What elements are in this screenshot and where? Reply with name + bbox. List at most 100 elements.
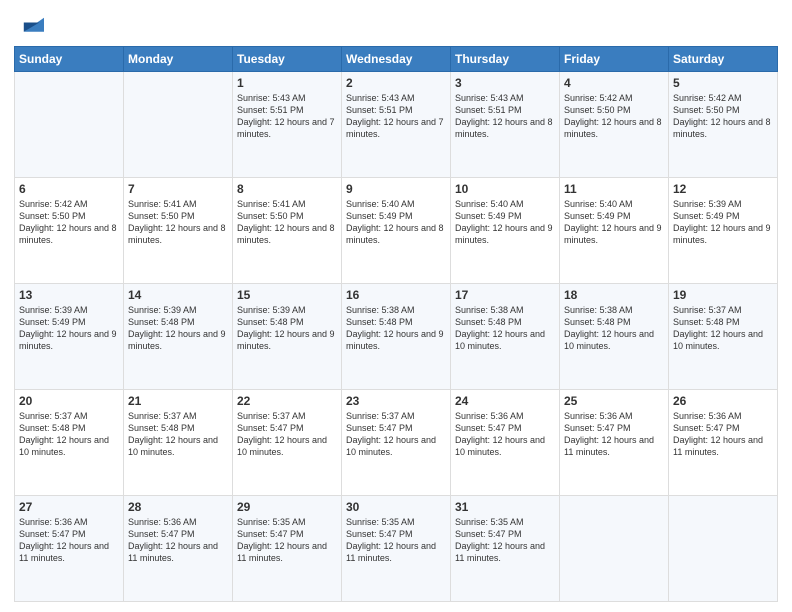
day-info: Sunrise: 5:39 AM Sunset: 5:49 PM Dayligh… bbox=[673, 198, 773, 247]
day-number: 7 bbox=[128, 182, 228, 196]
calendar-cell: 2 Sunrise: 5:43 AM Sunset: 5:51 PM Daylig… bbox=[342, 72, 451, 178]
day-info: Sunrise: 5:39 AM Sunset: 5:48 PM Dayligh… bbox=[237, 304, 337, 353]
day-info: Sunrise: 5:39 AM Sunset: 5:49 PM Dayligh… bbox=[19, 304, 119, 353]
calendar-cell: 25 Sunrise: 5:36 AM Sunset: 5:47 PM Dayli… bbox=[560, 390, 669, 496]
day-number: 27 bbox=[19, 500, 119, 514]
calendar-week-3: 13Sunrise: 5:39 AM Sunset: 5:49 PM Dayli… bbox=[15, 284, 778, 390]
day-info: Sunrise: 5:43 AM Sunset: 5:51 PM Dayligh… bbox=[237, 92, 337, 141]
day-number: 12 bbox=[673, 182, 773, 196]
day-info: Sunrise: 5:38 AM Sunset: 5:48 PM Dayligh… bbox=[455, 304, 555, 353]
day-number: 15 bbox=[237, 288, 337, 302]
calendar-week-4: 20 Sunrise: 5:37 AM Sunset: 5:48 PM Dayli… bbox=[15, 390, 778, 496]
calendar-body: 1 Sunrise: 5:43 AM Sunset: 5:51 PM Daylig… bbox=[15, 72, 778, 602]
calendar-week-5: 27 Sunrise: 5:36 AM Sunset: 5:47 PM Dayli… bbox=[15, 496, 778, 602]
day-number: 3 bbox=[455, 76, 555, 90]
calendar-cell: 8Sunrise: 5:41 AM Sunset: 5:50 PM Daylig… bbox=[233, 178, 342, 284]
calendar-cell: 6 Sunrise: 5:42 AM Sunset: 5:50 PM Daylig… bbox=[15, 178, 124, 284]
weekday-header-friday: Friday bbox=[560, 47, 669, 72]
calendar-cell: 30Sunrise: 5:35 AM Sunset: 5:47 PM Dayli… bbox=[342, 496, 451, 602]
day-info: Sunrise: 5:41 AM Sunset: 5:50 PM Dayligh… bbox=[237, 198, 337, 247]
day-info: Sunrise: 5:40 AM Sunset: 5:49 PM Dayligh… bbox=[564, 198, 664, 247]
day-info: Sunrise: 5:36 AM Sunset: 5:47 PM Dayligh… bbox=[673, 410, 773, 459]
day-info: Sunrise: 5:40 AM Sunset: 5:49 PM Dayligh… bbox=[346, 198, 446, 247]
day-number: 9 bbox=[346, 182, 446, 196]
calendar-cell: 12 Sunrise: 5:39 AM Sunset: 5:49 PM Dayli… bbox=[669, 178, 778, 284]
calendar-cell: 29Sunrise: 5:35 AM Sunset: 5:47 PM Dayli… bbox=[233, 496, 342, 602]
calendar-cell bbox=[124, 72, 233, 178]
calendar-cell: 15 Sunrise: 5:39 AM Sunset: 5:48 PM Dayli… bbox=[233, 284, 342, 390]
calendar-cell bbox=[15, 72, 124, 178]
header bbox=[14, 10, 778, 38]
day-number: 17 bbox=[455, 288, 555, 302]
weekday-header-saturday: Saturday bbox=[669, 47, 778, 72]
day-info: Sunrise: 5:35 AM Sunset: 5:47 PM Dayligh… bbox=[455, 516, 555, 565]
calendar-cell: 21 Sunrise: 5:37 AM Sunset: 5:48 PM Dayli… bbox=[124, 390, 233, 496]
calendar-cell: 19 Sunrise: 5:37 AM Sunset: 5:48 PM Dayli… bbox=[669, 284, 778, 390]
day-info: Sunrise: 5:37 AM Sunset: 5:47 PM Dayligh… bbox=[237, 410, 337, 459]
calendar-cell: 5 Sunrise: 5:42 AM Sunset: 5:50 PM Daylig… bbox=[669, 72, 778, 178]
day-info: Sunrise: 5:36 AM Sunset: 5:47 PM Dayligh… bbox=[564, 410, 664, 459]
day-info: Sunrise: 5:42 AM Sunset: 5:50 PM Dayligh… bbox=[673, 92, 773, 141]
day-number: 2 bbox=[346, 76, 446, 90]
calendar-header: SundayMondayTuesdayWednesdayThursdayFrid… bbox=[15, 47, 778, 72]
calendar-cell: 11 Sunrise: 5:40 AM Sunset: 5:49 PM Dayli… bbox=[560, 178, 669, 284]
day-info: Sunrise: 5:43 AM Sunset: 5:51 PM Dayligh… bbox=[346, 92, 446, 141]
day-info: Sunrise: 5:35 AM Sunset: 5:47 PM Dayligh… bbox=[237, 516, 337, 565]
calendar-cell: 26 Sunrise: 5:36 AM Sunset: 5:47 PM Dayli… bbox=[669, 390, 778, 496]
header-row: SundayMondayTuesdayWednesdayThursdayFrid… bbox=[15, 47, 778, 72]
weekday-header-tuesday: Tuesday bbox=[233, 47, 342, 72]
day-info: Sunrise: 5:37 AM Sunset: 5:48 PM Dayligh… bbox=[128, 410, 228, 459]
logo bbox=[14, 10, 44, 38]
day-info: Sunrise: 5:37 AM Sunset: 5:47 PM Dayligh… bbox=[346, 410, 446, 459]
day-number: 21 bbox=[128, 394, 228, 408]
day-number: 1 bbox=[237, 76, 337, 90]
day-number: 24 bbox=[455, 394, 555, 408]
day-info: Sunrise: 5:36 AM Sunset: 5:47 PM Dayligh… bbox=[19, 516, 119, 565]
calendar-cell: 14Sunrise: 5:39 AM Sunset: 5:48 PM Dayli… bbox=[124, 284, 233, 390]
day-info: Sunrise: 5:38 AM Sunset: 5:48 PM Dayligh… bbox=[564, 304, 664, 353]
calendar-cell: 23 Sunrise: 5:37 AM Sunset: 5:47 PM Dayli… bbox=[342, 390, 451, 496]
day-number: 5 bbox=[673, 76, 773, 90]
day-number: 4 bbox=[564, 76, 664, 90]
day-number: 23 bbox=[346, 394, 446, 408]
calendar-week-1: 1 Sunrise: 5:43 AM Sunset: 5:51 PM Daylig… bbox=[15, 72, 778, 178]
calendar-cell: 9 Sunrise: 5:40 AM Sunset: 5:49 PM Daylig… bbox=[342, 178, 451, 284]
calendar-cell: 10 Sunrise: 5:40 AM Sunset: 5:49 PM Dayli… bbox=[451, 178, 560, 284]
day-number: 28 bbox=[128, 500, 228, 514]
calendar-cell bbox=[560, 496, 669, 602]
day-number: 22 bbox=[237, 394, 337, 408]
calendar-cell: 17 Sunrise: 5:38 AM Sunset: 5:48 PM Dayli… bbox=[451, 284, 560, 390]
calendar-cell: 7 Sunrise: 5:41 AM Sunset: 5:50 PM Daylig… bbox=[124, 178, 233, 284]
day-number: 16 bbox=[346, 288, 446, 302]
day-info: Sunrise: 5:37 AM Sunset: 5:48 PM Dayligh… bbox=[19, 410, 119, 459]
calendar-cell: 3Sunrise: 5:43 AM Sunset: 5:51 PM Daylig… bbox=[451, 72, 560, 178]
calendar-cell: 24 Sunrise: 5:36 AM Sunset: 5:47 PM Dayli… bbox=[451, 390, 560, 496]
day-info: Sunrise: 5:42 AM Sunset: 5:50 PM Dayligh… bbox=[19, 198, 119, 247]
day-number: 20 bbox=[19, 394, 119, 408]
day-number: 26 bbox=[673, 394, 773, 408]
calendar-cell: 28Sunrise: 5:36 AM Sunset: 5:47 PM Dayli… bbox=[124, 496, 233, 602]
page: SundayMondayTuesdayWednesdayThursdayFrid… bbox=[0, 0, 792, 612]
day-info: Sunrise: 5:37 AM Sunset: 5:48 PM Dayligh… bbox=[673, 304, 773, 353]
weekday-header-sunday: Sunday bbox=[15, 47, 124, 72]
day-info: Sunrise: 5:41 AM Sunset: 5:50 PM Dayligh… bbox=[128, 198, 228, 247]
weekday-header-wednesday: Wednesday bbox=[342, 47, 451, 72]
calendar-cell: 27 Sunrise: 5:36 AM Sunset: 5:47 PM Dayli… bbox=[15, 496, 124, 602]
day-number: 11 bbox=[564, 182, 664, 196]
weekday-header-thursday: Thursday bbox=[451, 47, 560, 72]
calendar-cell: 20 Sunrise: 5:37 AM Sunset: 5:48 PM Dayli… bbox=[15, 390, 124, 496]
day-info: Sunrise: 5:38 AM Sunset: 5:48 PM Dayligh… bbox=[346, 304, 446, 353]
day-info: Sunrise: 5:36 AM Sunset: 5:47 PM Dayligh… bbox=[455, 410, 555, 459]
day-info: Sunrise: 5:40 AM Sunset: 5:49 PM Dayligh… bbox=[455, 198, 555, 247]
day-number: 25 bbox=[564, 394, 664, 408]
day-number: 10 bbox=[455, 182, 555, 196]
calendar-cell: 13Sunrise: 5:39 AM Sunset: 5:49 PM Dayli… bbox=[15, 284, 124, 390]
calendar-cell: 16 Sunrise: 5:38 AM Sunset: 5:48 PM Dayli… bbox=[342, 284, 451, 390]
day-number: 19 bbox=[673, 288, 773, 302]
day-number: 18 bbox=[564, 288, 664, 302]
calendar-week-2: 6 Sunrise: 5:42 AM Sunset: 5:50 PM Daylig… bbox=[15, 178, 778, 284]
day-info: Sunrise: 5:39 AM Sunset: 5:48 PM Dayligh… bbox=[128, 304, 228, 353]
calendar-cell: 4Sunrise: 5:42 AM Sunset: 5:50 PM Daylig… bbox=[560, 72, 669, 178]
calendar-cell bbox=[669, 496, 778, 602]
day-number: 6 bbox=[19, 182, 119, 196]
